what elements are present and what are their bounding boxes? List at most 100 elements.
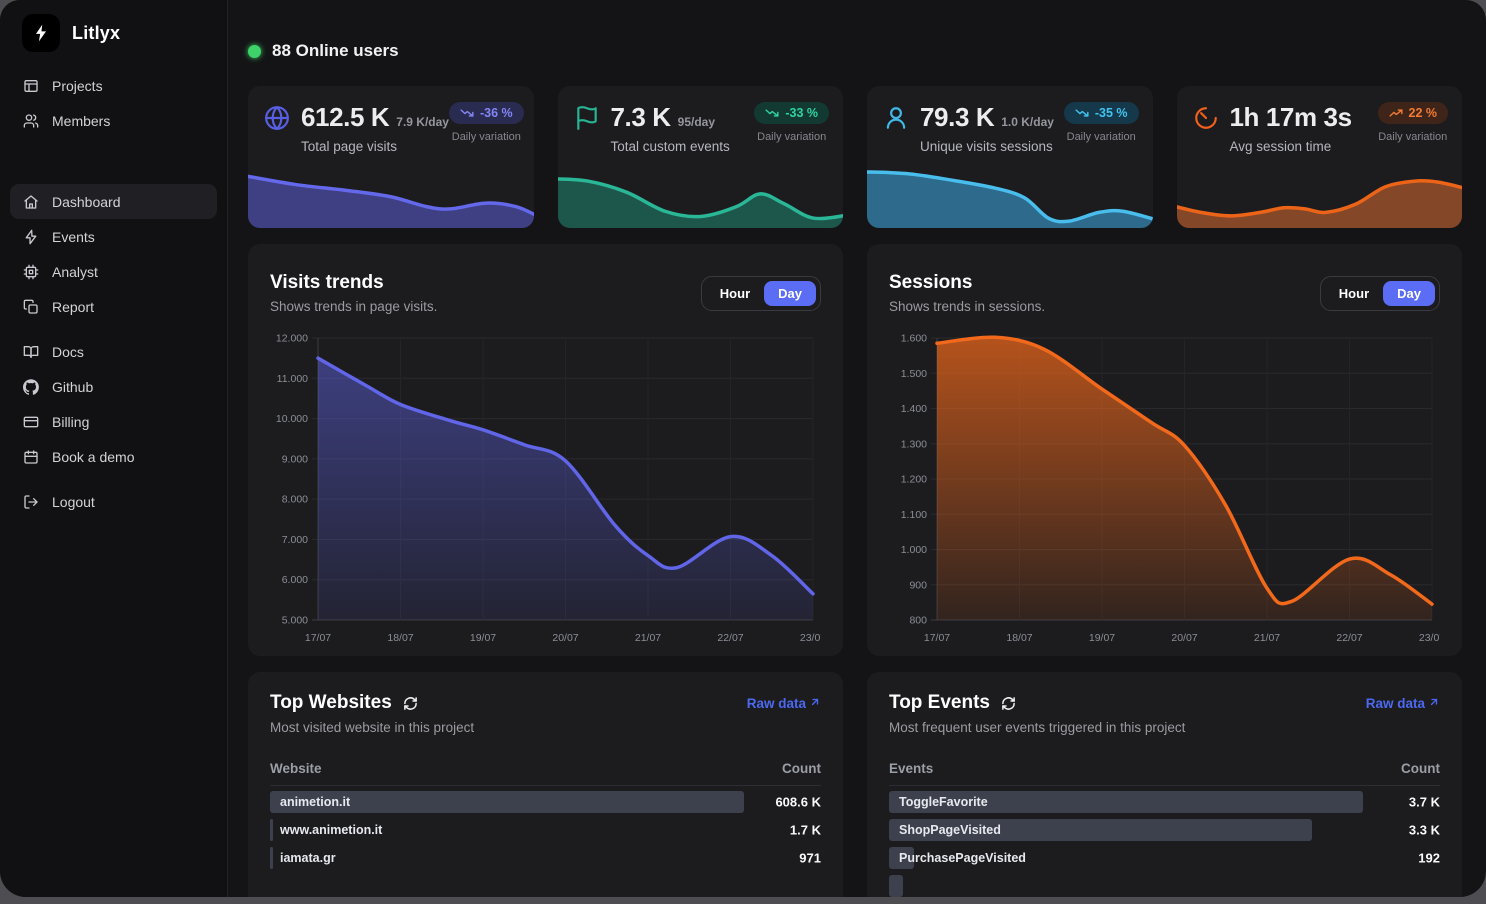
toggle-hour-button[interactable]: Hour <box>706 281 764 306</box>
daily-variation-caption: Daily variation <box>1067 131 1136 143</box>
column-header: Events <box>889 761 933 776</box>
table-title: Top Events <box>889 692 990 714</box>
svg-text:1.600: 1.600 <box>901 333 927 345</box>
sidebar-item-docs[interactable]: Docs <box>10 334 217 369</box>
stat-label: Avg session time <box>1230 139 1352 154</box>
raw-data-link[interactable]: Raw data <box>1366 696 1440 711</box>
svg-text:1.100: 1.100 <box>901 509 927 521</box>
table-row-togglefavorite[interactable]: ToggleFavorite3.7 K <box>889 788 1440 816</box>
sidebar-nav-main: Dashboard Events Analyst Report <box>0 184 227 324</box>
sidebar-item-label: Analyst <box>52 264 98 280</box>
user-icon <box>883 105 909 131</box>
sidebar-item-logout[interactable]: Logout <box>10 484 217 519</box>
stat-rate: 1.0 K/day <box>1001 115 1054 129</box>
svg-text:1.500: 1.500 <box>901 368 927 380</box>
sidebar: Litlyx Projects Members Dashboard Events An… <box>0 0 228 897</box>
svg-text:23/07: 23/07 <box>1419 632 1440 644</box>
row-count: 192 <box>1418 851 1440 866</box>
sidebar-item-label: Events <box>52 229 95 245</box>
sidebar-item-label: Billing <box>52 414 89 430</box>
row-value-bar <box>270 847 273 869</box>
svg-text:21/07: 21/07 <box>1254 632 1280 644</box>
sidebar-item-analyst[interactable]: Analyst <box>10 254 217 289</box>
sidebar-item-label: Dashboard <box>52 194 121 210</box>
column-header: Count <box>1401 761 1440 776</box>
daily-variation-badge: -36 % <box>449 102 524 124</box>
table-row-purchasepagevisited[interactable]: PurchasePageVisited192 <box>889 844 1440 872</box>
trend-down-icon <box>460 106 474 120</box>
trend-up-icon <box>1389 106 1403 120</box>
chart-subtitle: Shows trends in page visits. <box>270 299 437 314</box>
stat-sparkline <box>558 158 844 228</box>
stat-card-avg-session-time: 1h 17m 3sAvg session time22 %Daily varia… <box>1177 86 1463 228</box>
docs-icon <box>23 344 39 360</box>
stat-sparkline <box>867 158 1153 228</box>
sidebar-item-events[interactable]: Events <box>10 219 217 254</box>
row-value-bar <box>270 819 273 841</box>
table-subtitle: Most visited website in this project <box>270 720 821 735</box>
toggle-day-button[interactable]: Day <box>764 281 816 306</box>
litlyx-logo-icon <box>22 14 60 52</box>
main-content: 88 Online users 612.5 K7.9 K/dayTotal pa… <box>228 0 1486 897</box>
app-window: Litlyx Projects Members Dashboard Events An… <box>0 0 1486 897</box>
table-rows: ToggleFavorite3.7 KShopPageVisited3.3 KP… <box>889 788 1440 897</box>
toggle-hour-button[interactable]: Hour <box>1325 281 1383 306</box>
sidebar-item-label: Report <box>52 299 94 315</box>
raw-data-label: Raw data <box>1366 696 1425 711</box>
github-icon <box>23 379 39 395</box>
svg-text:6.000: 6.000 <box>282 574 308 586</box>
svg-text:19/07: 19/07 <box>470 632 496 644</box>
sidebar-item-members[interactable]: Members <box>10 103 217 138</box>
toggle-day-button[interactable]: Day <box>1383 281 1435 306</box>
app-title: Litlyx <box>72 23 120 44</box>
daily-variation-badge: 22 % <box>1378 102 1449 124</box>
table-row-iamata-gr[interactable]: iamata.gr971 <box>270 844 821 872</box>
sidebar-item-label: Book a demo <box>52 449 135 465</box>
table-subtitle: Most frequent user events triggered in t… <box>889 720 1440 735</box>
column-header: Count <box>782 761 821 776</box>
daily-variation-caption: Daily variation <box>452 131 521 143</box>
refresh-icon[interactable] <box>403 696 418 711</box>
svg-text:800: 800 <box>909 615 927 627</box>
refresh-icon[interactable] <box>1001 696 1016 711</box>
sidebar-item-dashboard[interactable]: Dashboard <box>10 184 217 219</box>
visits-trends-chart[interactable]: 12.00011.00010.0009.0008.0007.0006.0005.… <box>270 330 821 652</box>
svg-text:8.000: 8.000 <box>282 494 308 506</box>
top-events-card: Top Events Raw data Most frequent user e… <box>867 672 1462 897</box>
arrow-up-right-icon <box>1428 696 1440 711</box>
logout-icon <box>23 494 39 510</box>
online-users: 88 Online users <box>248 38 1462 64</box>
raw-data-link[interactable]: Raw data <box>747 696 821 711</box>
sessions-chart[interactable]: 1.6001.5001.4001.3001.2001.1001.00090080… <box>889 330 1440 652</box>
sidebar-item-github[interactable]: Github <box>10 369 217 404</box>
table-row-shoppagevisited[interactable]: ShopPageVisited3.3 K <box>889 816 1440 844</box>
sidebar-item-billing[interactable]: Billing <box>10 404 217 439</box>
sidebar-item-label: Members <box>52 113 110 129</box>
analyst-icon <box>23 264 39 280</box>
events-icon <box>23 229 39 245</box>
sidebar-item-report[interactable]: Report <box>10 289 217 324</box>
chart-title: Visits trends <box>270 272 437 294</box>
svg-text:18/07: 18/07 <box>1006 632 1032 644</box>
stat-value: 612.5 K <box>301 102 389 133</box>
app-logo[interactable]: Litlyx <box>0 14 227 52</box>
svg-text:18/07: 18/07 <box>387 632 413 644</box>
sidebar-item-book-a-demo[interactable]: Book a demo <box>10 439 217 474</box>
stat-value: 79.3 K <box>920 102 994 133</box>
sidebar-nav-bottom: Logout <box>0 484 227 519</box>
arrow-up-right-icon <box>809 696 821 711</box>
table-row-www-animetion-it[interactable]: www.animetion.it1.7 K <box>270 816 821 844</box>
sidebar-item-projects[interactable]: Projects <box>10 68 217 103</box>
svg-text:10.000: 10.000 <box>276 413 308 425</box>
dashboard-icon <box>23 194 39 210</box>
members-icon <box>23 113 39 129</box>
table-row-animetion-it[interactable]: animetion.it608.6 K <box>270 788 821 816</box>
stat-card-unique-visits-sessions: 79.3 K1.0 K/dayUnique visits sessions-35… <box>867 86 1153 228</box>
refresh-icon <box>1001 696 1016 711</box>
table-rows: animetion.it608.6 Kwww.animetion.it1.7 K… <box>270 788 821 872</box>
row-label: www.animetion.it <box>280 823 382 837</box>
svg-text:17/07: 17/07 <box>924 632 950 644</box>
charts-row: Visits trends Shows trends in page visit… <box>248 244 1462 656</box>
sessions-card: Sessions Shows trends in sessions. Hour … <box>867 244 1462 656</box>
table-title: Top Websites <box>270 692 392 714</box>
